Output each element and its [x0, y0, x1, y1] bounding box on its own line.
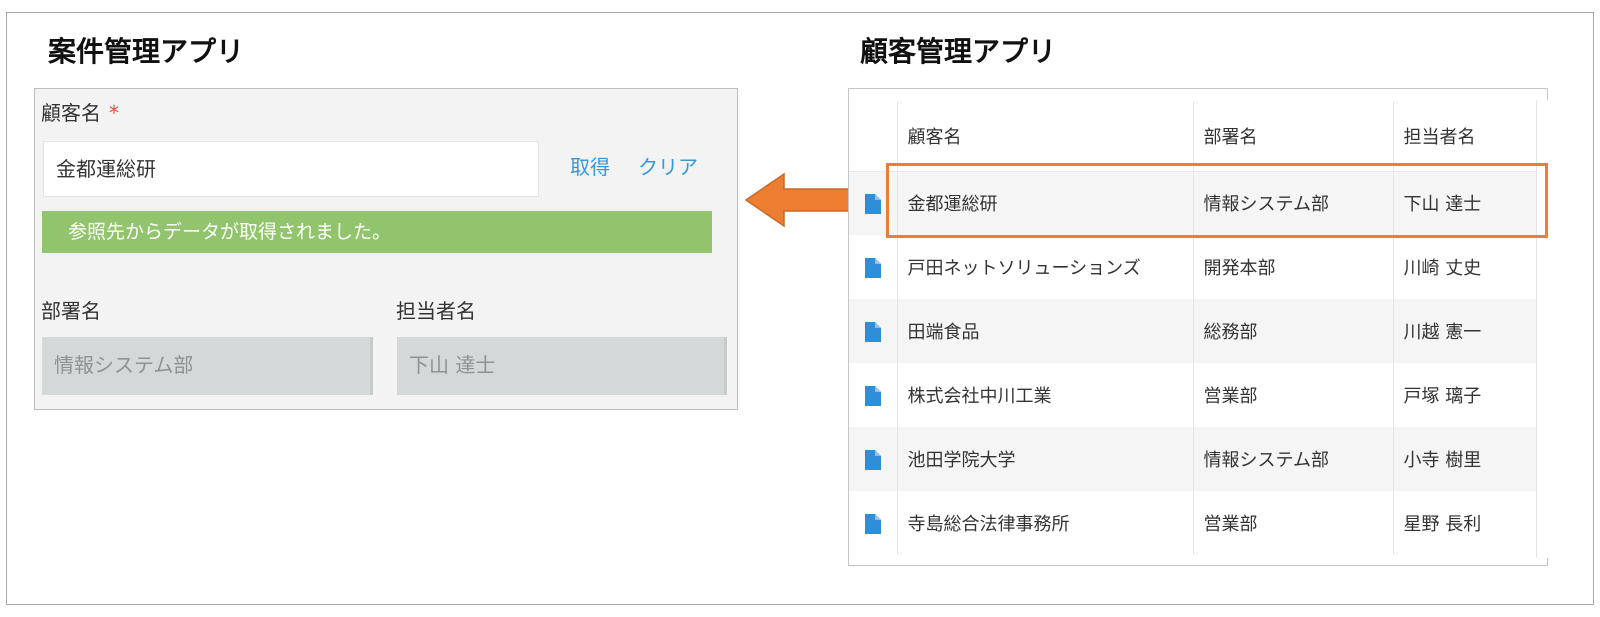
- person-field: 下山 達士: [397, 337, 727, 395]
- record-form: 顧客名 * 金都運総研 取得 クリア 参照先からデータが取得されました。 部署名 …: [34, 88, 738, 410]
- person-label: 担当者名: [396, 299, 476, 323]
- table-row[interactable]: 株式会社中川工業 営業部 戸塚 璃子: [849, 363, 1537, 427]
- row-icon-cell[interactable]: [849, 363, 897, 427]
- fetch-link[interactable]: 取得: [570, 151, 610, 180]
- cell-customer: 寺島総合法律事務所: [896, 491, 1193, 555]
- cell-person: 星野 長利: [1392, 491, 1537, 555]
- clear-link[interactable]: クリア: [638, 151, 698, 180]
- table-row[interactable]: 池田学院大学 情報システム部 小寺 樹里: [849, 427, 1537, 491]
- customer-name-input[interactable]: 金都運総研: [43, 141, 539, 197]
- cell-person: 戸塚 璃子: [1392, 363, 1537, 427]
- right-app-title: 顧客管理アプリ: [860, 35, 1057, 68]
- cell-customer: 株式会社中川工業: [896, 363, 1193, 427]
- highlighted-row-outline: [886, 163, 1548, 238]
- document-icon[interactable]: [864, 193, 881, 214]
- column-header-person[interactable]: 担当者名: [1392, 101, 1537, 172]
- table-header-row: 顧客名 部署名 担当者名: [849, 101, 1537, 172]
- table-row[interactable]: 寺島総合法律事務所 営業部 星野 長利: [849, 491, 1537, 555]
- document-icon[interactable]: [864, 385, 881, 406]
- cell-department: 総務部: [1192, 299, 1393, 363]
- document-icon[interactable]: [864, 449, 881, 470]
- cell-department: 営業部: [1192, 363, 1393, 427]
- cell-department: 情報システム部: [1192, 427, 1393, 491]
- column-header-department[interactable]: 部署名: [1192, 101, 1393, 172]
- cell-customer: 戸田ネットソリューションズ: [896, 235, 1193, 299]
- document-icon[interactable]: [864, 513, 881, 534]
- cell-person: 川崎 丈史: [1392, 235, 1537, 299]
- customer-field-label: 顧客名 *: [41, 97, 119, 126]
- customer-label-text: 顧客名: [41, 101, 101, 125]
- required-asterisk: *: [109, 101, 119, 125]
- cell-customer: 田端食品: [896, 299, 1193, 363]
- cell-person: 川越 憲一: [1392, 299, 1537, 363]
- cell-person: 小寺 樹里: [1392, 427, 1537, 491]
- icon-column-header: [849, 101, 897, 172]
- table-row[interactable]: 戸田ネットソリューションズ 開発本部 川崎 丈史: [849, 235, 1537, 299]
- success-message: 参照先からデータが取得されました。: [42, 211, 712, 253]
- row-icon-cell[interactable]: [849, 491, 897, 555]
- document-icon[interactable]: [864, 321, 881, 342]
- row-icon-cell[interactable]: [849, 235, 897, 299]
- document-icon[interactable]: [864, 257, 881, 278]
- column-header-customer[interactable]: 顧客名: [896, 101, 1193, 172]
- cell-department: 営業部: [1192, 491, 1393, 555]
- row-icon-cell[interactable]: [849, 299, 897, 363]
- department-label: 部署名: [41, 299, 101, 323]
- row-icon-cell[interactable]: [849, 427, 897, 491]
- customer-table-panel: 顧客名 部署名 担当者名 金都運総研 情報システム部 下山 達士 戸田ネットソリ…: [848, 88, 1548, 566]
- department-field: 情報システム部: [42, 337, 373, 395]
- left-app-title: 案件管理アプリ: [48, 35, 245, 68]
- table-row[interactable]: 田端食品 総務部 川越 憲一: [849, 299, 1537, 363]
- cell-customer: 池田学院大学: [896, 427, 1193, 491]
- cell-department: 開発本部: [1192, 235, 1393, 299]
